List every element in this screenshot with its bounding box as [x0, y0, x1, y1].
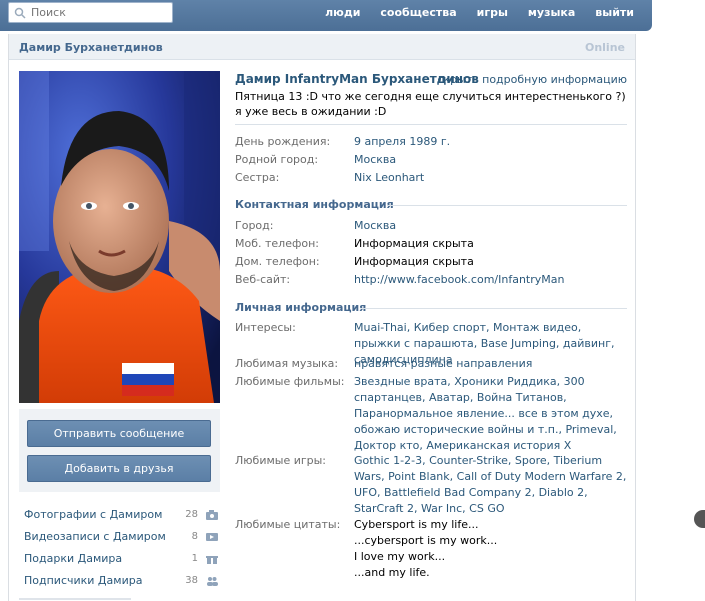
add-friend-button[interactable]: Добавить в друзья: [27, 455, 211, 482]
info-key: Родной город:: [235, 153, 319, 166]
top-navigation-bar: люди сообщества игры музыка выйти: [0, 0, 652, 31]
russian-flag-patch: [122, 363, 174, 396]
info-key: Интересы:: [235, 321, 296, 334]
profile-actions: Отправить сообщение Добавить в друзья: [19, 409, 220, 492]
left-column-divider: [19, 598, 131, 600]
search-input[interactable]: [31, 5, 169, 20]
online-status: Online: [584, 41, 625, 54]
info-key: Любимые цитаты:: [235, 518, 341, 531]
photos-label[interactable]: Фотографии с Дамиром: [24, 504, 162, 526]
floating-side-widget[interactable]: [694, 510, 705, 528]
photos-count: 28: [185, 509, 198, 520]
movies-value[interactable]: Звездные врата, Хроники Риддика, 300 спа…: [354, 374, 627, 454]
info-key: Сестра:: [235, 171, 280, 184]
sister-value[interactable]: Nix Leonhart: [354, 170, 627, 186]
photos-link[interactable]: Фотографии с Дамиром 28: [19, 504, 220, 526]
profile-status[interactable]: Пятница 13 :D что же сегодня еще случить…: [235, 89, 627, 119]
info-key: Любимые фильмы:: [235, 375, 345, 388]
send-message-button[interactable]: Отправить сообщение: [27, 420, 211, 447]
personal-section-title: Личная информация: [235, 301, 367, 314]
gift-icon: [206, 556, 218, 564]
info-key: День рождения:: [235, 135, 331, 148]
nav-link-communities[interactable]: сообщества: [380, 6, 456, 19]
contacts-section-title: Контактная информация: [235, 198, 394, 211]
music-value[interactable]: нравятся разные направления: [354, 356, 627, 372]
video-icon: [206, 533, 218, 541]
nav-link-music[interactable]: музыка: [528, 6, 575, 19]
nav-link-games[interactable]: игры: [477, 6, 508, 19]
nav-link-logout[interactable]: выйти: [595, 6, 634, 19]
gifts-link[interactable]: Подарки Дамира 1: [19, 548, 220, 570]
profile-avatar[interactable]: [19, 71, 220, 403]
section-divider: [361, 308, 627, 309]
top-nav-links: люди сообщества игры музыка выйти: [305, 6, 634, 19]
section-divider: [387, 205, 627, 206]
mobile-value: Информация скрыта: [354, 237, 474, 250]
videos-link[interactable]: Видеозаписи с Дамиром 8: [19, 526, 220, 548]
gifts-count: 1: [191, 553, 198, 564]
people-icon: [207, 577, 218, 586]
info-key: Дом. телефон:: [235, 255, 320, 268]
gifts-label[interactable]: Подарки Дамира: [24, 548, 122, 570]
hide-info-link[interactable]: скрыть подробную информацию: [437, 73, 627, 86]
quote-line: Cybersport is my life...: [354, 518, 479, 531]
profile-page: Дамир Бурханетдинов Online Отправить соо…: [8, 34, 636, 601]
info-key: Любимые игры:: [235, 454, 327, 467]
quote-line: ...and my life.: [354, 566, 430, 579]
search-box[interactable]: [8, 2, 173, 23]
quote-line: I love my work...: [354, 550, 446, 563]
followers-link[interactable]: Подписчики Дамира 38: [19, 570, 220, 592]
camera-icon: [206, 510, 218, 520]
home-phone-value: Информация скрыта: [354, 255, 474, 268]
divider: [235, 124, 627, 125]
search-icon: [14, 7, 26, 19]
followers-label[interactable]: Подписчики Дамира: [24, 570, 142, 592]
videos-label[interactable]: Видеозаписи с Дамиром: [24, 526, 166, 548]
birthday-value[interactable]: 9 апреля 1989 г.: [354, 134, 627, 150]
info-key: Моб. телефон:: [235, 237, 320, 250]
info-key: Город:: [235, 219, 274, 232]
avatar-photo: [19, 71, 220, 403]
followers-count: 38: [185, 575, 198, 586]
videos-count: 8: [191, 531, 198, 542]
page-title: Дамир Бурханетдинов: [19, 41, 163, 54]
website-link[interactable]: http://www.facebook.com/InfantryMan: [354, 272, 627, 288]
city-value[interactable]: Москва: [354, 218, 627, 234]
profile-header: Дамир Бурханетдинов Online: [9, 34, 635, 60]
quote-line: ...cybersport is my work...: [354, 534, 498, 547]
info-key: Любимая музыка:: [235, 357, 339, 370]
nav-link-people[interactable]: люди: [325, 6, 360, 19]
info-key: Веб-сайт:: [235, 273, 291, 286]
quotes-value: Cybersport is my life... ...cybersport i…: [354, 517, 627, 581]
profile-counters: Фотографии с Дамиром 28 Видеозаписи с Да…: [19, 504, 220, 592]
games-value[interactable]: Gothic 1-2-3, Counter-Strike, Spore, Tib…: [354, 453, 627, 517]
hometown-value[interactable]: Москва: [354, 152, 627, 168]
